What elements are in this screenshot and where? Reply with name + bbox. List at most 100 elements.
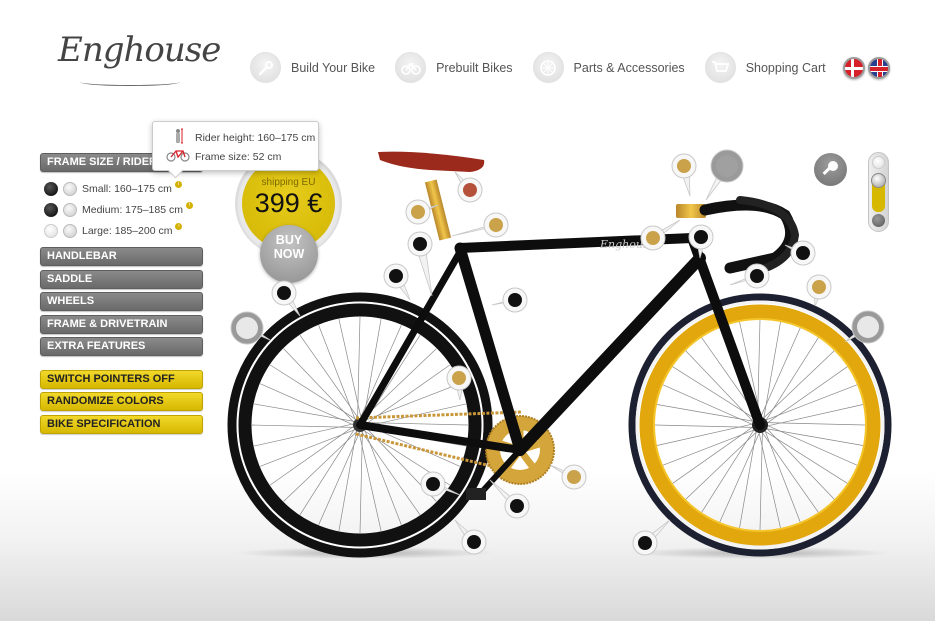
now-label: NOW	[273, 247, 305, 261]
slider-top-stop[interactable]	[872, 156, 885, 169]
pin-seat-tube[interactable]	[491, 287, 528, 313]
pin-swatch	[646, 231, 660, 245]
size-radio[interactable]	[63, 202, 77, 217]
info-icon[interactable]: i	[185, 202, 193, 209]
info-icon[interactable]: i	[175, 223, 183, 230]
nav-label: Build Your Bike	[291, 60, 376, 75]
buy-now-button[interactable]: BUY NOW	[260, 225, 318, 283]
pin-saddle[interactable]	[454, 171, 483, 203]
size-option-large[interactable]: Large: 185–200 cm i	[44, 220, 203, 241]
spoke	[719, 431, 761, 523]
spoke	[762, 350, 835, 419]
pin-crank[interactable]	[489, 479, 530, 519]
configurator-panel: Frame Size / Rider Height Small: 160–175…	[40, 153, 203, 437]
spoke	[318, 431, 361, 525]
pin-bar-tape[interactable]	[688, 224, 714, 259]
bike-frame-icon	[165, 148, 191, 165]
spoke	[318, 325, 356, 420]
spoke	[283, 348, 354, 423]
size-option-small[interactable]: Small: 160–175 cm i	[44, 178, 203, 199]
nav-shopping-cart[interactable]: Shopping Cart	[704, 52, 826, 83]
nav-prebuilt-bikes[interactable]: Prebuilt Bikes	[395, 52, 513, 83]
info-icon[interactable]: i	[174, 181, 182, 188]
section-handlebar[interactable]: Handlebar	[40, 247, 203, 266]
flag-denmark-icon[interactable]	[843, 57, 865, 79]
spoke	[672, 426, 754, 484]
pin-swatch	[638, 536, 652, 550]
switch-pointers-off-button[interactable]: Switch Pointers Off	[40, 369, 203, 389]
pin-swatch	[677, 159, 691, 173]
spoke	[766, 422, 866, 426]
pin-front-tire[interactable]	[632, 519, 671, 556]
zoom-slider[interactable]	[868, 152, 889, 232]
slider-bottom-stop[interactable]	[872, 214, 885, 227]
handlebar	[699, 199, 797, 274]
stem	[676, 204, 706, 218]
pin-rear-tire[interactable]	[271, 280, 301, 317]
section-frame-drivetrain[interactable]: Frame & Drivetrain	[40, 314, 203, 334]
color-swatch-black[interactable]	[44, 202, 58, 217]
brand-logo[interactable]: Enghouse	[58, 30, 221, 70]
nav-parts-accessories[interactable]: Parts & Accessories	[532, 52, 685, 83]
pin-front-rim[interactable]	[806, 274, 832, 307]
rider-height-text: Rider height: 160–175 cm	[195, 131, 316, 144]
pin-rear-rim[interactable]	[230, 311, 271, 345]
section-extra-features[interactable]: Extra Features	[40, 337, 203, 356]
pin-rear-brake-cable[interactable]	[407, 231, 433, 297]
chain	[355, 410, 523, 472]
pin-swatch	[567, 470, 581, 484]
spoke	[254, 403, 355, 422]
section-saddle[interactable]: Saddle	[40, 269, 203, 289]
price-value: 399 €	[254, 188, 323, 218]
pin-handlebar[interactable]	[705, 149, 744, 201]
pin-seat-clamp[interactable]	[451, 212, 509, 238]
pin-front-brake[interactable]	[729, 263, 770, 289]
slider-knob[interactable]	[871, 173, 886, 188]
size-radio[interactable]	[63, 181, 77, 196]
spoke	[359, 325, 402, 419]
pin-front-hub[interactable]	[844, 310, 885, 344]
rear-spokes	[251, 316, 469, 534]
language-switcher	[843, 57, 893, 79]
size-options: Small: 160–175 cm i Medium: 175–185 cm i…	[44, 178, 203, 241]
randomize-colors-button[interactable]: Randomize Colors	[40, 392, 203, 411]
spoke	[766, 404, 864, 427]
spoke	[361, 431, 421, 515]
zoom-icon[interactable]	[814, 153, 847, 186]
pin-brake-lever[interactable]	[784, 240, 816, 266]
flag-uk-icon[interactable]	[868, 57, 890, 79]
pin-chain[interactable]	[446, 365, 472, 401]
spoke	[359, 431, 363, 534]
frame	[356, 233, 765, 497]
section-wheels[interactable]: Wheels	[40, 292, 203, 311]
rear-wheel-shadow	[235, 547, 495, 559]
spoke	[766, 366, 848, 424]
buy-label: BUY	[275, 233, 303, 247]
color-swatch-black[interactable]	[44, 181, 58, 196]
pin-swatch	[750, 269, 764, 283]
wheel-icon	[532, 52, 564, 83]
pin-swatch	[413, 237, 427, 251]
pin-stem[interactable]	[671, 153, 697, 197]
cart-icon	[704, 52, 736, 83]
size-radio[interactable]	[63, 223, 77, 238]
tooltip-frame-row: Frame size: 52 cm	[165, 147, 318, 166]
spoke	[365, 335, 421, 422]
pin-swatch	[236, 317, 258, 339]
nav-build-your-bike[interactable]: Build Your Bike	[250, 52, 375, 83]
spoke	[251, 424, 354, 428]
wrench-icon	[250, 52, 281, 83]
pin-seatpost[interactable]	[405, 199, 439, 225]
bike-specification-button[interactable]: Bike Specification	[40, 414, 203, 434]
pin-rear-wheel-bottom[interactable]	[454, 519, 487, 555]
spoke	[739, 321, 762, 419]
pin-swatch	[463, 183, 477, 197]
pin-chainring[interactable]	[549, 464, 587, 490]
spoke	[270, 364, 357, 420]
spoke	[283, 431, 358, 502]
pin-pedal[interactable]	[420, 471, 461, 497]
pin-headset[interactable]	[640, 219, 681, 251]
pin-rear-brake[interactable]	[383, 263, 411, 301]
size-option-medium[interactable]: Medium: 175–185 cm i	[44, 199, 203, 220]
color-swatch-white[interactable]	[44, 223, 58, 238]
